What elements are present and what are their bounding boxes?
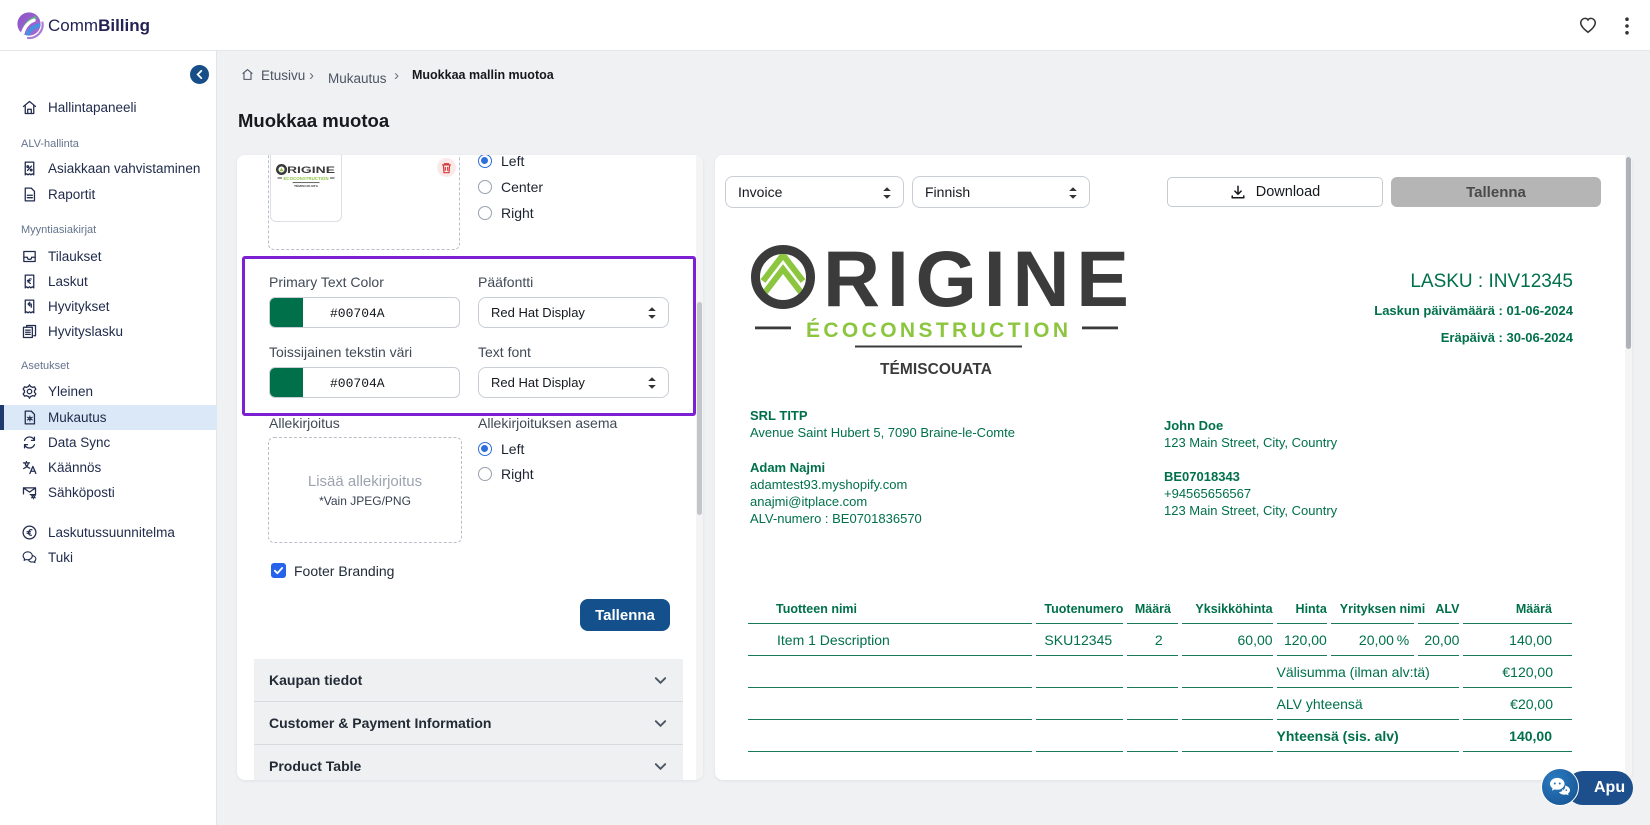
svg-text:RIGINE: RIGINE [823,243,1128,323]
svg-text:TÉMISCOUATA: TÉMISCOUATA [294,183,318,188]
svg-text:ECOCONSTRUCTION: ECOCONSTRUCTION [284,176,329,181]
svg-text:TÉMISCOUATA: TÉMISCOUATA [880,361,992,378]
svg-text:ÉCOCONSTRUCTION: ÉCOCONSTRUCTION [806,319,1068,342]
svg-text:RIGINE: RIGINE [287,165,335,176]
